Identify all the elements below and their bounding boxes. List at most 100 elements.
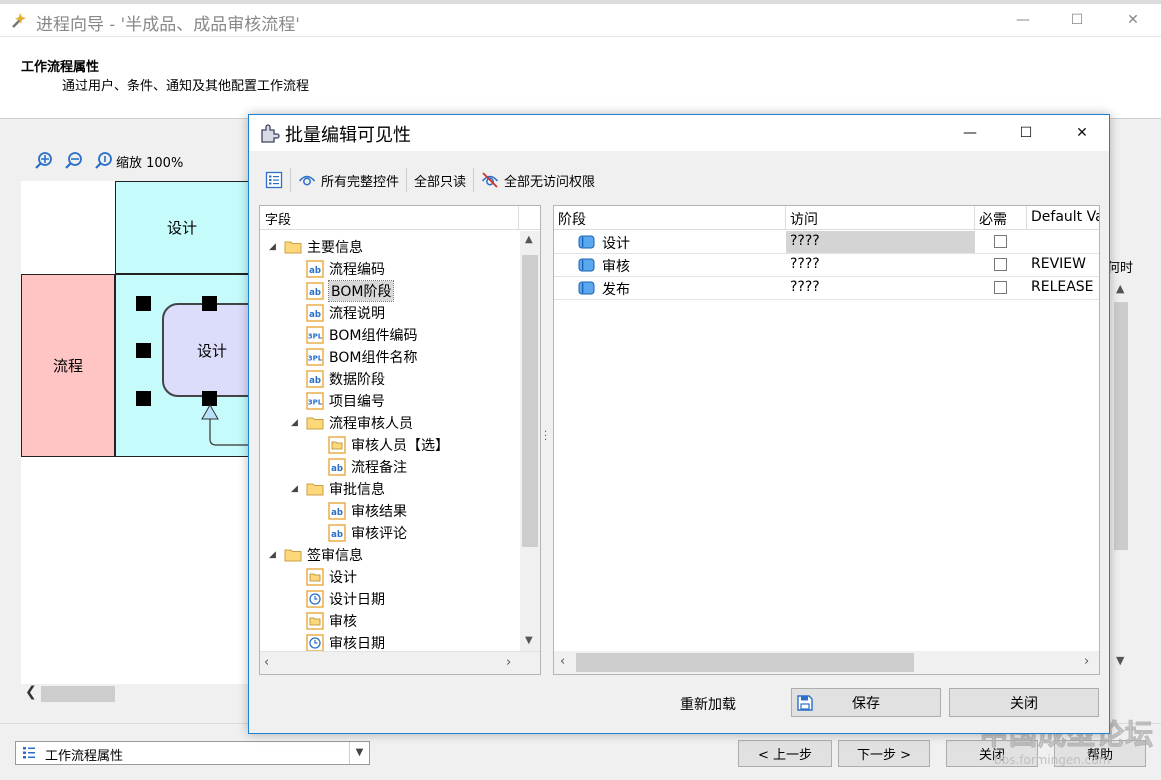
panel-splitter[interactable]: · · · — [542, 205, 552, 675]
cell-access[interactable]: ???? — [786, 231, 975, 253]
col-header-access[interactable]: 访问 — [786, 206, 975, 230]
dialog-minimize-button[interactable]: — — [957, 122, 983, 144]
cell-access[interactable]: ???? — [786, 277, 975, 299]
required-checkbox[interactable] — [994, 235, 1007, 248]
cell-default-value[interactable]: RELEASE — [1027, 277, 1099, 299]
tree-node[interactable]: 3PL 项目编号 — [306, 390, 385, 412]
zoom-out-icon[interactable] — [64, 151, 84, 171]
tree-header-label[interactable]: 字段 — [265, 209, 291, 228]
wizard-close-button[interactable]: ✕ — [1120, 10, 1146, 30]
resize-handle-left[interactable] — [136, 343, 151, 358]
col-header-default-value[interactable]: Default Value — [1027, 206, 1099, 230]
tree-node-label: 流程编码 — [329, 262, 385, 278]
svg-text:3PL: 3PL — [308, 355, 323, 363]
tree-node[interactable]: 审核人员【选】 — [328, 434, 449, 456]
field-tree[interactable]: ◢ 主要信息 ab 流程编码 ab BOM阶段 ab 流程说明 3PL BOM组件编码 3PL BOM… — [260, 231, 520, 651]
tree-horizontal-scrollbar[interactable]: ‹ › — [260, 651, 540, 674]
chevron-down-icon[interactable]: ▼ — [349, 742, 369, 764]
properties-vertical-scrollbar[interactable]: ▲ ▼ — [1112, 280, 1130, 672]
required-checkbox[interactable] — [994, 281, 1007, 294]
cell-default-value[interactable] — [1027, 231, 1099, 253]
reload-button[interactable]: 重新加载 — [680, 694, 736, 714]
scroll-thumb[interactable] — [576, 653, 914, 672]
canvas-horizontal-scrollbar[interactable]: ❮ — [21, 684, 249, 702]
cell-access[interactable]: ???? — [786, 254, 975, 276]
help-button[interactable]: 帮助 — [1054, 740, 1146, 767]
all-readonly-button[interactable]: 全部只读 — [408, 166, 472, 194]
resize-handle-top[interactable] — [202, 296, 217, 311]
grid-row[interactable]: 设计???? — [554, 231, 1099, 254]
scroll-thumb[interactable] — [522, 255, 538, 547]
step-select[interactable]: 工作流程属性 ▼ — [15, 741, 370, 765]
next-button[interactable]: 下一步 > — [838, 740, 930, 767]
tree-node[interactable]: ◢ 签审信息 — [269, 544, 363, 566]
tree-node[interactable]: 审核 — [306, 610, 357, 632]
scroll-thumb[interactable] — [1114, 302, 1128, 550]
dialog-maximize-button[interactable]: ☐ — [1013, 122, 1039, 144]
zoom-in-icon[interactable] — [34, 151, 54, 171]
grid-row[interactable]: 发布???? RELEASE — [554, 277, 1099, 300]
zoom-level-control[interactable]: 缩放 100% — [94, 151, 183, 171]
workflow-canvas[interactable]: 设计 流程 设计 — [21, 181, 262, 684]
save-button-label: 保存 — [852, 695, 880, 712]
list-view-icon — [265, 171, 283, 189]
save-button[interactable]: 保存 — [791, 688, 941, 717]
expand-toggle-icon[interactable]: ◢ — [269, 242, 276, 252]
tree-node[interactable]: ab 数据阶段 — [306, 368, 385, 390]
scroll-down-icon[interactable]: ▼ — [525, 635, 533, 646]
tree-node[interactable]: ab 审核评论 — [328, 522, 407, 544]
grid-horizontal-scrollbar[interactable]: ‹ › — [554, 651, 1099, 674]
zoom-toolbar: 缩放 100% — [34, 150, 183, 172]
wizard-close-footer-button[interactable]: 关闭 — [946, 740, 1038, 767]
resize-handle-tl[interactable] — [136, 296, 151, 311]
dialog-titlebar: 批量编辑可见性 — ☐ ✕ — [249, 115, 1109, 151]
tree-node[interactable]: 设计 — [306, 566, 357, 588]
all-full-control-button[interactable]: 所有完整控件 — [292, 166, 405, 194]
required-checkbox[interactable] — [994, 258, 1007, 271]
cell-default-value[interactable]: REVIEW — [1027, 254, 1099, 276]
col-header-required[interactable]: 必需 — [975, 206, 1027, 230]
dialog-close-button[interactable]: ✕ — [1069, 122, 1095, 144]
scroll-right-icon[interactable]: › — [506, 655, 511, 670]
activity-node-design[interactable]: 设计 — [162, 303, 262, 397]
grid-row[interactable]: 审核???? REVIEW — [554, 254, 1099, 277]
toggle-view-button[interactable] — [259, 166, 289, 194]
tree-node[interactable]: ab 流程备注 — [328, 456, 407, 478]
scroll-right-icon[interactable]: › — [1084, 654, 1089, 669]
resize-handle-bl[interactable] — [136, 391, 151, 406]
tree-node[interactable]: ab 流程编码 — [306, 258, 385, 280]
scroll-left-icon[interactable]: ‹ — [264, 655, 269, 670]
tree-node[interactable]: 审核日期 — [306, 632, 385, 651]
expand-toggle-icon[interactable]: ◢ — [269, 550, 276, 560]
wizard-maximize-button[interactable]: ☐ — [1064, 10, 1090, 30]
expand-toggle-icon[interactable]: ◢ — [291, 484, 298, 494]
lane-header-design[interactable]: 设计 — [115, 181, 249, 274]
folder-icon — [306, 480, 324, 498]
tree-node[interactable]: ◢ 主要信息 — [269, 236, 363, 258]
tree-node-label: 流程说明 — [329, 306, 385, 322]
tree-node[interactable]: ab 流程说明 — [306, 302, 385, 324]
tree-node[interactable]: ab BOM阶段 — [306, 280, 395, 302]
prev-button[interactable]: < 上一步 — [738, 740, 832, 767]
tree-node[interactable]: 3PL BOM组件名称 — [306, 346, 417, 368]
scroll-up-icon[interactable]: ▲ — [525, 234, 533, 245]
tree-node[interactable]: 3PL BOM组件编码 — [306, 324, 417, 346]
tree-node[interactable]: 设计日期 — [306, 588, 385, 610]
tree-node[interactable]: ab 审核结果 — [328, 500, 407, 522]
expand-toggle-icon[interactable]: ◢ — [291, 418, 298, 428]
user-field-icon — [328, 436, 346, 454]
col-header-phase[interactable]: 阶段 — [554, 206, 786, 230]
scroll-thumb[interactable] — [41, 686, 115, 702]
scroll-left-icon[interactable]: ❮ — [25, 684, 37, 700]
list-field-icon: 3PL — [306, 348, 324, 366]
tree-vertical-scrollbar[interactable]: ▲ ▼ — [520, 231, 540, 651]
wizard-minimize-button[interactable]: — — [1010, 10, 1036, 30]
tree-node[interactable]: ◢ 审批信息 — [291, 478, 385, 500]
scroll-down-icon[interactable]: ▼ — [1116, 654, 1124, 667]
tree-node[interactable]: ◢ 流程审核人员 — [291, 412, 413, 434]
all-no-access-button[interactable]: 全部无访问权限 — [475, 166, 601, 194]
lane-process[interactable]: 流程 — [21, 274, 115, 457]
dialog-close-footer-button[interactable]: 关闭 — [949, 688, 1099, 717]
scroll-left-icon[interactable]: ‹ — [560, 654, 565, 669]
scroll-up-icon[interactable]: ▲ — [1116, 282, 1124, 295]
